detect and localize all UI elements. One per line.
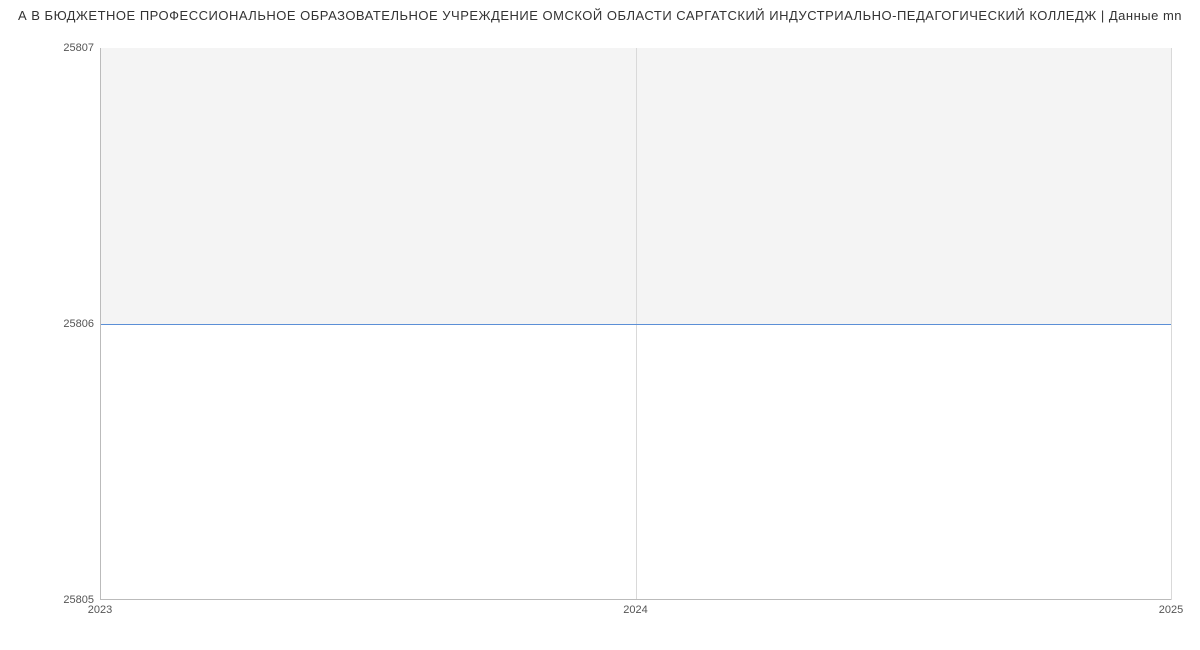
chart-title: А В БЮДЖЕТНОЕ ПРОФЕССИОНАЛЬНОЕ ОБРАЗОВАТ… bbox=[0, 8, 1200, 23]
y-tick-label: 25805 bbox=[34, 594, 94, 606]
y-axis bbox=[100, 48, 101, 600]
x-tick-label: 2024 bbox=[623, 604, 647, 616]
x-gridline bbox=[1171, 48, 1172, 600]
x-tick-label: 2023 bbox=[88, 604, 112, 616]
plot-area bbox=[100, 48, 1171, 600]
y-tick-label: 25806 bbox=[34, 318, 94, 330]
chart-plot bbox=[100, 48, 1171, 600]
x-tick-label: 2025 bbox=[1159, 604, 1183, 616]
x-axis bbox=[100, 599, 1171, 600]
y-tick-label: 25807 bbox=[34, 42, 94, 54]
series-line bbox=[100, 324, 1171, 325]
